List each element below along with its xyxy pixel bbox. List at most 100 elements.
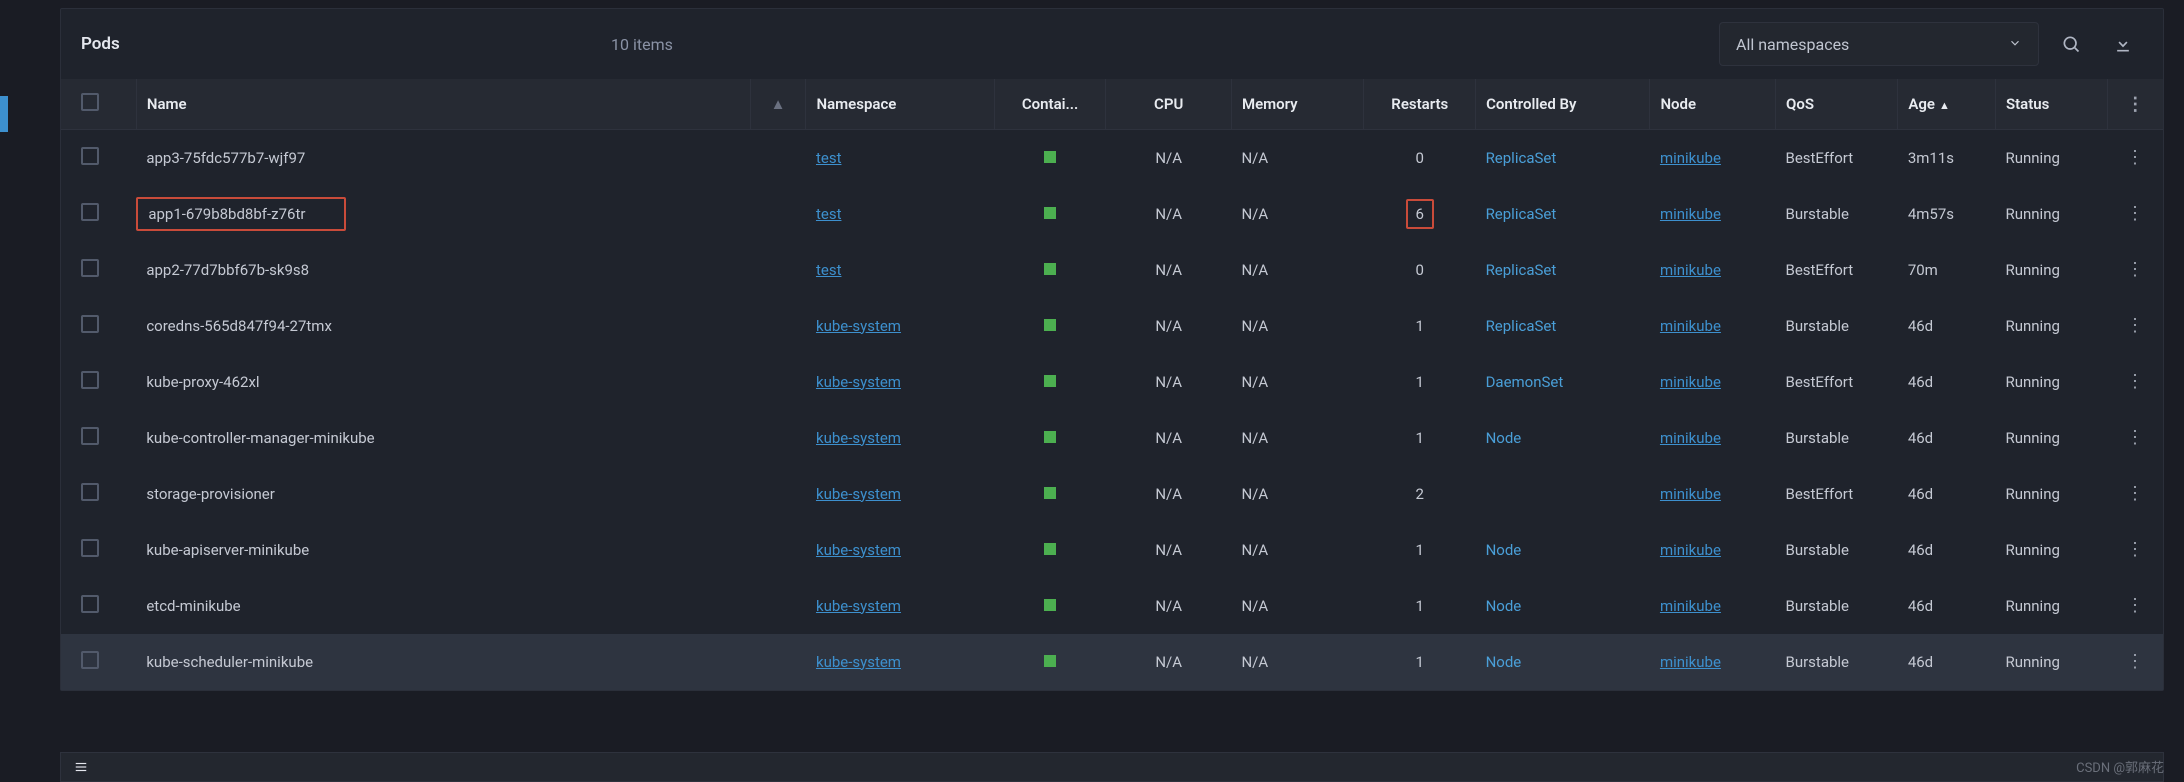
row-menu-button[interactable]: ⋮ <box>2126 427 2144 448</box>
namespace-link[interactable]: kube-system <box>816 485 901 503</box>
download-button[interactable] <box>2103 24 2143 64</box>
col-restarts[interactable]: Restarts <box>1364 79 1476 130</box>
col-memory[interactable]: Memory <box>1231 79 1364 130</box>
table-row[interactable]: app2-77d7bbf67b-sk9s8 test N/A N/A 0 Rep… <box>61 242 2163 298</box>
table-row[interactable]: etcd-minikube kube-system N/A N/A 1 Node… <box>61 578 2163 634</box>
table-row[interactable]: kube-controller-manager-minikube kube-sy… <box>61 410 2163 466</box>
row-checkbox[interactable] <box>81 371 99 389</box>
cell-cpu: N/A <box>1106 410 1232 466</box>
row-menu-button[interactable]: ⋮ <box>2126 539 2144 560</box>
row-checkbox[interactable] <box>81 203 99 221</box>
hamburger-icon <box>73 760 89 774</box>
cell-age: 46d <box>1898 298 1996 354</box>
cell-cpu: N/A <box>1106 466 1232 522</box>
node-link[interactable]: minikube <box>1660 597 1721 615</box>
namespace-link[interactable]: test <box>816 149 842 167</box>
row-checkbox[interactable] <box>81 539 99 557</box>
controller-link[interactable]: DaemonSet <box>1486 373 1564 391</box>
namespace-link[interactable]: kube-system <box>816 653 901 671</box>
col-controlled-by[interactable]: Controlled By <box>1476 79 1650 130</box>
namespace-link[interactable]: kube-system <box>816 317 901 335</box>
cell-qos: Burstable <box>1775 186 1897 242</box>
namespace-link[interactable]: kube-system <box>816 597 901 615</box>
controller-link[interactable]: Node <box>1486 429 1522 447</box>
table-row[interactable]: storage-provisioner kube-system N/A N/A … <box>61 466 2163 522</box>
sidebar-active-indicator <box>0 96 8 132</box>
row-menu-button[interactable]: ⋮ <box>2126 371 2144 392</box>
row-menu-button[interactable]: ⋮ <box>2126 203 2144 224</box>
cell-warn <box>750 578 806 634</box>
col-cpu[interactable]: CPU <box>1106 79 1232 130</box>
col-menu[interactable]: ⋮ <box>2107 79 2163 130</box>
row-checkbox[interactable] <box>81 427 99 445</box>
bottom-terminal-bar[interactable] <box>60 752 2164 782</box>
controller-link[interactable]: ReplicaSet <box>1486 261 1557 279</box>
col-containers[interactable]: Contai... <box>994 79 1106 130</box>
row-menu-button[interactable]: ⋮ <box>2126 483 2144 504</box>
table-row[interactable]: app1-679b8bd8bf-z76tr test N/A N/A 6 Rep… <box>61 186 2163 242</box>
node-link[interactable]: minikube <box>1660 261 1721 279</box>
cell-namespace: kube-system <box>806 354 994 410</box>
row-menu-button[interactable]: ⋮ <box>2126 315 2144 336</box>
row-menu-button[interactable]: ⋮ <box>2126 147 2144 168</box>
col-qos[interactable]: QoS <box>1775 79 1897 130</box>
table-row[interactable]: kube-proxy-462xl kube-system N/A N/A 1 D… <box>61 354 2163 410</box>
controller-link[interactable]: ReplicaSet <box>1486 149 1557 167</box>
cell-cpu: N/A <box>1106 634 1232 690</box>
table-row[interactable]: kube-apiserver-minikube kube-system N/A … <box>61 522 2163 578</box>
highlight-annotation: app1-679b8bd8bf-z76tr <box>136 197 346 231</box>
cell-node: minikube <box>1650 242 1776 298</box>
container-status-icon <box>1044 655 1056 667</box>
node-link[interactable]: minikube <box>1660 373 1721 391</box>
node-link[interactable]: minikube <box>1660 429 1721 447</box>
warning-icon: ▲ <box>771 95 786 113</box>
cell-controlled-by: Node <box>1476 578 1650 634</box>
col-status[interactable]: Status <box>1995 79 2107 130</box>
row-checkbox[interactable] <box>81 147 99 165</box>
cell-cpu: N/A <box>1106 578 1232 634</box>
col-namespace[interactable]: Namespace <box>806 79 994 130</box>
cell-menu: ⋮ <box>2107 186 2163 242</box>
controller-link[interactable]: Node <box>1486 597 1522 615</box>
table-row[interactable]: coredns-565d847f94-27tmx kube-system N/A… <box>61 298 2163 354</box>
row-checkbox[interactable] <box>81 595 99 613</box>
table-row[interactable]: app3-75fdc577b7-wjf97 test N/A N/A 0 Rep… <box>61 130 2163 186</box>
col-age[interactable]: Age▲ <box>1898 79 1996 130</box>
row-menu-button[interactable]: ⋮ <box>2126 259 2144 280</box>
namespace-link[interactable]: kube-system <box>816 373 901 391</box>
node-link[interactable]: minikube <box>1660 317 1721 335</box>
row-checkbox[interactable] <box>81 259 99 277</box>
node-link[interactable]: minikube <box>1660 149 1721 167</box>
row-checkbox[interactable] <box>81 315 99 333</box>
controller-link[interactable]: Node <box>1486 541 1522 559</box>
namespace-select[interactable]: All namespaces <box>1719 22 2039 66</box>
node-link[interactable]: minikube <box>1660 541 1721 559</box>
row-menu-button[interactable]: ⋮ <box>2126 595 2144 616</box>
controller-link[interactable]: ReplicaSet <box>1486 317 1557 335</box>
row-checkbox[interactable] <box>81 651 99 669</box>
namespace-link[interactable]: kube-system <box>816 541 901 559</box>
col-name[interactable]: Name <box>136 79 750 130</box>
cell-namespace: kube-system <box>806 298 994 354</box>
row-menu-button[interactable]: ⋮ <box>2126 651 2144 672</box>
table-row[interactable]: kube-scheduler-minikube kube-system N/A … <box>61 634 2163 690</box>
controller-link[interactable]: ReplicaSet <box>1486 205 1557 223</box>
cell-memory: N/A <box>1231 130 1364 186</box>
cell-warn <box>750 354 806 410</box>
node-link[interactable]: minikube <box>1660 485 1721 503</box>
cell-qos: BestEffort <box>1775 466 1897 522</box>
namespace-link[interactable]: test <box>816 261 842 279</box>
node-link[interactable]: minikube <box>1660 205 1721 223</box>
namespace-link[interactable]: kube-system <box>816 429 901 447</box>
col-warnings[interactable]: ▲ <box>750 79 806 130</box>
cell-controlled-by: ReplicaSet <box>1476 186 1650 242</box>
row-checkbox[interactable] <box>81 483 99 501</box>
col-node[interactable]: Node <box>1650 79 1776 130</box>
search-button[interactable] <box>2051 24 2091 64</box>
node-link[interactable]: minikube <box>1660 653 1721 671</box>
select-all-checkbox[interactable] <box>81 93 99 111</box>
page-title: Pods <box>81 34 611 54</box>
controller-link[interactable]: Node <box>1486 653 1522 671</box>
cell-warn <box>750 298 806 354</box>
namespace-link[interactable]: test <box>816 205 842 223</box>
